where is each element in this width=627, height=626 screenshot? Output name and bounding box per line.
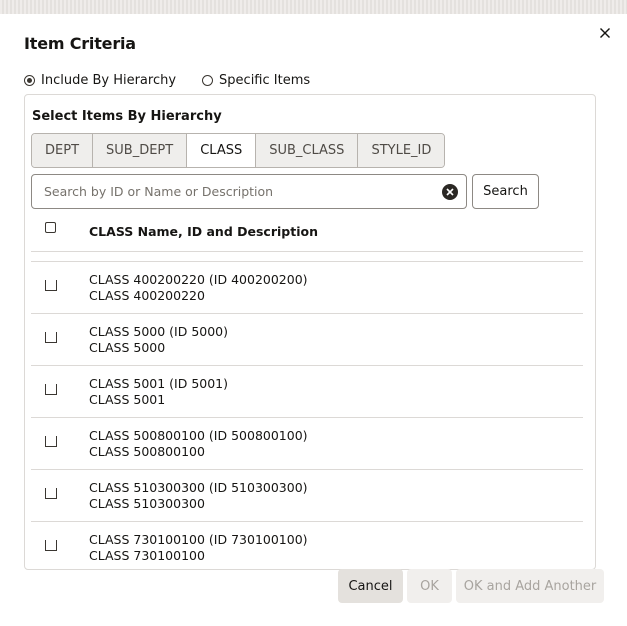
tab-class[interactable]: CLASS	[187, 134, 257, 167]
item-description: CLASS 5001	[89, 392, 166, 407]
item-title: CLASS 5001 (ID 5001)	[89, 376, 229, 391]
item-criteria-dialog: Item Criteria Include By Hierarchy Speci…	[0, 14, 627, 626]
row-checkbox[interactable]	[45, 384, 57, 395]
row-checkbox[interactable]	[45, 488, 57, 499]
list-header: CLASS Name, ID and Description	[31, 215, 583, 252]
row-checkbox[interactable]	[45, 540, 57, 551]
search-field	[31, 174, 467, 209]
close-button[interactable]	[596, 24, 614, 42]
radio-specific-items[interactable]: Specific Items	[202, 73, 310, 88]
row-checkbox[interactable]	[45, 280, 57, 291]
dialog-title: Item Criteria	[24, 34, 136, 53]
item-description: CLASS 400200220	[89, 288, 205, 303]
column-header: CLASS Name, ID and Description	[89, 224, 318, 239]
class-list[interactable]: CLASS 400200220 (ID 400200200) CLASS 400…	[31, 261, 583, 561]
tab-sub-dept[interactable]: SUB_DEPT	[93, 134, 188, 167]
list-item: CLASS 5001 (ID 5001) CLASS 5001	[31, 365, 583, 417]
tab-dept[interactable]: DEPT	[32, 134, 94, 167]
select-all-checkbox[interactable]	[45, 222, 56, 233]
radio-checked-icon	[24, 74, 35, 86]
hierarchy-section-label: Select Items By Hierarchy	[32, 109, 222, 124]
item-title: CLASS 510300300 (ID 510300300)	[89, 480, 308, 495]
close-icon	[600, 28, 610, 38]
clear-search-button[interactable]	[442, 184, 458, 200]
item-description: CLASS 500800100	[89, 444, 205, 459]
radio-unchecked-icon	[202, 74, 214, 86]
radio-include-by-hierarchy[interactable]: Include By Hierarchy	[24, 73, 176, 88]
cancel-button[interactable]: Cancel	[338, 569, 403, 603]
hierarchy-panel: Select Items By Hierarchy DEPT SUB_DEPT …	[24, 94, 596, 570]
list-item: CLASS 400200220 (ID 400200200) CLASS 400…	[31, 261, 583, 313]
radio-label: Specific Items	[219, 72, 311, 88]
item-title: CLASS 500800100 (ID 500800100)	[89, 428, 308, 443]
selection-mode-radio-group: Include By Hierarchy Specific Items	[24, 70, 336, 90]
list-item: CLASS 5000 (ID 5000) CLASS 5000	[31, 313, 583, 365]
list-item: CLASS 500800100 (ID 500800100) CLASS 500…	[31, 417, 583, 469]
item-title: CLASS 400200220 (ID 400200200)	[89, 272, 308, 287]
ok-button[interactable]: OK	[407, 569, 452, 603]
ok-and-add-another-button[interactable]: OK and Add Another	[456, 569, 604, 603]
hierarchy-tabs: DEPT SUB_DEPT CLASS SUB_CLASS STYLE_ID	[31, 133, 446, 168]
search-button[interactable]: Search	[472, 174, 539, 209]
item-description: CLASS 5000	[89, 340, 166, 355]
row-checkbox[interactable]	[45, 332, 57, 343]
list-item: CLASS 730100100 (ID 730100100) CLASS 730…	[31, 521, 583, 561]
item-description: CLASS 510300300	[89, 496, 205, 511]
item-title: CLASS 730100100 (ID 730100100)	[89, 532, 308, 547]
tab-sub-class[interactable]: SUB_CLASS	[256, 134, 359, 167]
search-input[interactable]	[42, 183, 426, 200]
row-checkbox[interactable]	[45, 436, 57, 447]
item-description: CLASS 730100100	[89, 548, 205, 561]
tab-style-id[interactable]: STYLE_ID	[358, 134, 445, 167]
list-item: CLASS 510300300 (ID 510300300) CLASS 510…	[31, 469, 583, 521]
background-strip	[0, 0, 627, 14]
radio-label: Include By Hierarchy	[41, 72, 177, 88]
item-title: CLASS 5000 (ID 5000)	[89, 324, 229, 339]
clear-icon	[446, 188, 454, 196]
